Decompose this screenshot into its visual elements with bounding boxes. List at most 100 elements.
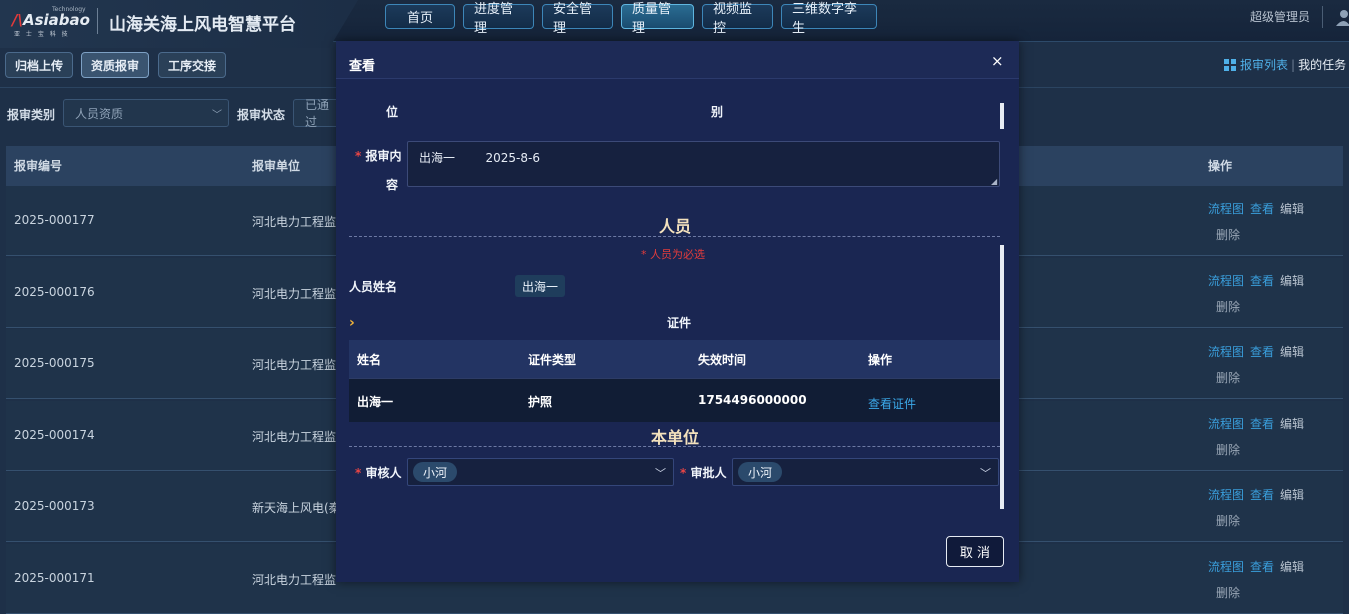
delete-link[interactable]: 删除: [1216, 584, 1240, 601]
view-certificate-link[interactable]: 查看证件: [868, 395, 916, 412]
type-filter-value: 人员资质: [75, 106, 124, 121]
app-title: 山海关海上风电智慧平台: [109, 15, 296, 35]
delete-link[interactable]: 删除: [1216, 298, 1240, 315]
type-filter-label: 报审类别: [7, 108, 56, 122]
approver-select[interactable]: 小河 ﹀: [732, 458, 999, 486]
row-unit: 河北电力工程监: [252, 215, 337, 229]
close-icon[interactable]: ×: [991, 52, 1004, 70]
flowchart-link[interactable]: 流程图: [1208, 202, 1244, 216]
dialog-header: 查看 ×: [336, 41, 1019, 79]
section-divider: [349, 236, 1000, 237]
resize-handle-icon[interactable]: ◢: [991, 177, 997, 186]
edit-link[interactable]: 编辑: [1280, 417, 1304, 431]
delete-link[interactable]: 删除: [1216, 226, 1240, 243]
edit-link[interactable]: 编辑: [1280, 488, 1304, 502]
process-handover-button[interactable]: 工序交接: [158, 52, 227, 78]
content-label-line1: 报审内: [365, 149, 402, 163]
view-link[interactable]: 查看: [1250, 345, 1274, 359]
column-actions: 操作: [1208, 159, 1233, 173]
chevron-down-icon: ﹀: [212, 110, 222, 121]
flowchart-link[interactable]: 流程图: [1208, 417, 1244, 431]
links-separator: |: [1291, 58, 1296, 72]
partial-label-left: 位: [386, 105, 399, 119]
nav-quality[interactable]: 质量管理: [621, 2, 694, 36]
flowchart-link[interactable]: 流程图: [1208, 488, 1244, 502]
user-avatar-icon[interactable]: [1334, 7, 1349, 27]
logo-wordmark: Asiabao: [22, 11, 90, 29]
nav-safety[interactable]: 安全管理: [542, 2, 613, 36]
reviewer-select[interactable]: 小河 ﹀: [407, 458, 674, 486]
type-filter-select[interactable]: 人员资质 ﹀: [63, 99, 229, 127]
view-link[interactable]: 查看: [1250, 560, 1274, 574]
edit-link[interactable]: 编辑: [1280, 274, 1304, 288]
user-divider: [1322, 6, 1323, 28]
dialog-title: 查看: [349, 59, 376, 74]
view-link[interactable]: 查看: [1250, 202, 1274, 216]
flowchart-link[interactable]: 流程图: [1208, 274, 1244, 288]
logo-text: /\Asiabao: [12, 11, 90, 29]
column-unit: 报审单位: [252, 159, 301, 173]
nav-video[interactable]: 视频监控: [702, 2, 773, 36]
row-id: 2025-000174: [14, 428, 95, 442]
qualification-review-button[interactable]: 资质报审: [81, 52, 150, 78]
section-person-title: 人员: [659, 217, 692, 236]
nav-home[interactable]: 首页: [385, 4, 455, 29]
content-textarea[interactable]: 出海一 2025-8-6: [407, 141, 1000, 187]
content-label-line2: 容: [386, 178, 399, 192]
status-filter-label: 报审状态: [237, 108, 286, 122]
content-label: * 报审内: [355, 147, 401, 164]
row-unit: 河北电力工程监: [252, 287, 337, 301]
flowchart-link[interactable]: 流程图: [1208, 345, 1244, 359]
delete-link[interactable]: 删除: [1216, 369, 1240, 386]
scrollbar-thumb[interactable]: [1000, 245, 1004, 509]
grid-icon: [1224, 59, 1236, 71]
chevron-down-icon: ﹀: [655, 467, 666, 480]
edit-link[interactable]: 编辑: [1280, 560, 1304, 574]
required-mark: *: [680, 466, 687, 480]
delete-link[interactable]: 删除: [1216, 441, 1240, 458]
row-id: 2025-000176: [14, 285, 95, 299]
row-id: 2025-000171: [14, 571, 95, 585]
approver-chip: 小河: [738, 462, 783, 482]
user-name[interactable]: 超级管理员: [1250, 8, 1310, 25]
edit-link[interactable]: 编辑: [1280, 345, 1304, 359]
cert-type: 护照: [528, 395, 553, 409]
view-links: 报审列表 | 我的任务: [1224, 56, 1346, 73]
row-id: 2025-000177: [14, 213, 95, 227]
status-filter-value: 已通过: [305, 98, 330, 129]
company-logo: Technology /\Asiabao 亚 士 宝 科 技: [8, 6, 90, 38]
row-unit: 河北电力工程监: [252, 430, 337, 444]
edit-link[interactable]: 编辑: [1280, 202, 1304, 216]
person-name-label: 人员姓名: [349, 280, 398, 294]
approver-label: * 审批人: [680, 464, 726, 481]
delete-link[interactable]: 删除: [1216, 512, 1240, 529]
row-actions: 流程图 查看 编辑删除: [1208, 343, 1304, 385]
partial-label-right: 别: [711, 105, 724, 119]
certificate-title: 证件: [667, 316, 692, 330]
brand-divider: [97, 8, 98, 34]
person-required-warning: * 人员为必选: [641, 248, 705, 261]
row-unit: 河北电力工程监: [252, 358, 337, 372]
main-nav: 首页 进度管理 安全管理 质量管理 视频监控 三维数字孪生: [385, 2, 877, 36]
reviewer-chip: 小河: [413, 462, 458, 482]
person-name-tag: 出海一: [515, 275, 566, 297]
nav-progress[interactable]: 进度管理: [463, 2, 534, 36]
view-link[interactable]: 查看: [1250, 274, 1274, 288]
required-mark: *: [355, 466, 362, 480]
cert-col-name: 姓名: [357, 353, 382, 367]
archive-upload-button[interactable]: 归档上传: [5, 52, 74, 78]
view-link[interactable]: 查看: [1250, 417, 1274, 431]
certificate-table-header: [349, 340, 1000, 378]
approver-label-text: 审批人: [690, 466, 727, 480]
section-divider: [349, 446, 1000, 447]
cert-expire: 1754496000000: [698, 393, 807, 407]
flowchart-link[interactable]: 流程图: [1208, 560, 1244, 574]
view-link[interactable]: 查看: [1250, 488, 1274, 502]
nav-digital-twin[interactable]: 三维数字孪生: [781, 2, 877, 36]
chevron-down-icon: ﹀: [980, 467, 991, 480]
review-list-link[interactable]: 报审列表: [1240, 58, 1288, 72]
cancel-button[interactable]: 取 消: [946, 536, 1004, 567]
chevron-right-icon[interactable]: ›: [349, 315, 355, 331]
my-tasks-link[interactable]: 我的任务: [1298, 58, 1346, 72]
scrollbar-thumb-top[interactable]: [1000, 103, 1004, 129]
